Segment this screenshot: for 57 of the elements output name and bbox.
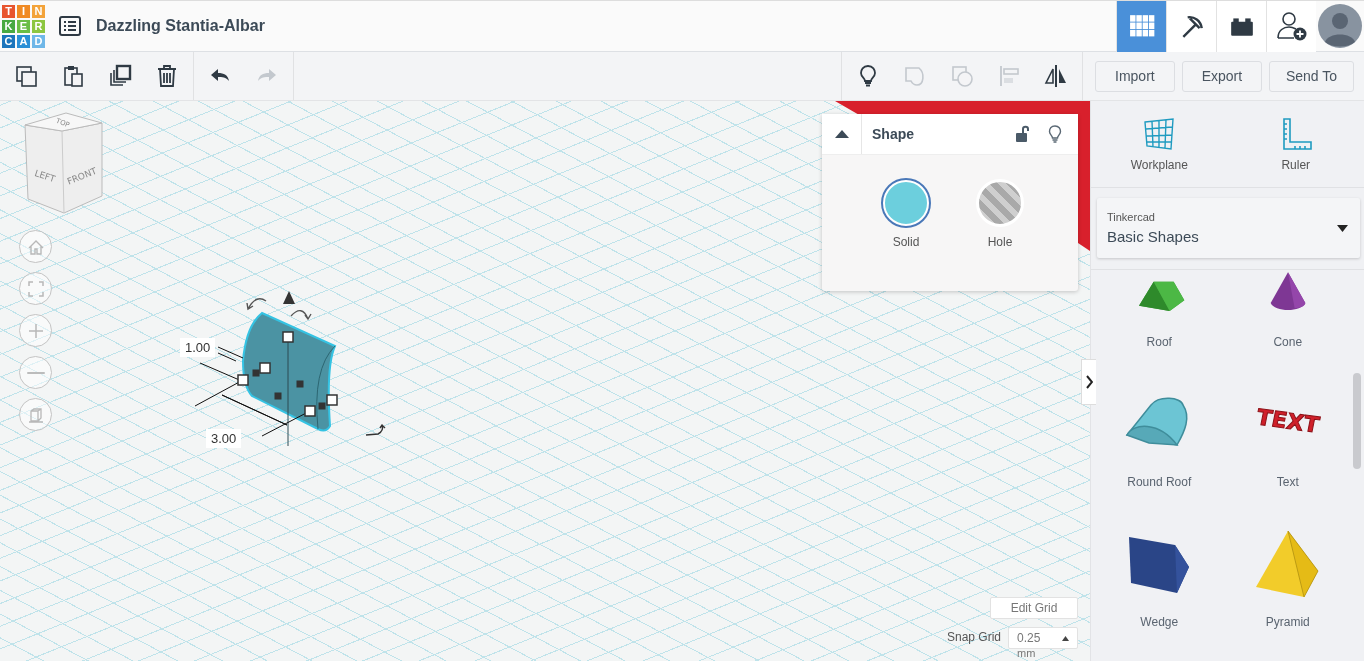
- cube-face-label: LEFT: [33, 168, 57, 185]
- dimension-label[interactable]: 1.00: [180, 338, 216, 357]
- caret-icon: [1337, 224, 1348, 232]
- mirror-icon: [1043, 64, 1068, 88]
- shape-item[interactable]: Cone: [1223, 270, 1352, 357]
- duplicate-icon: [108, 64, 132, 88]
- text-shape-icon: TEXT: [1247, 387, 1328, 459]
- sidebar-toggle-button[interactable]: [1081, 359, 1096, 405]
- snap-grid-select[interactable]: 0.25: [1008, 627, 1078, 649]
- shape-item[interactable]: Roof: [1095, 270, 1224, 357]
- shape-item[interactable]: Wedge: [1095, 497, 1224, 637]
- avatar-icon[interactable]: [1318, 4, 1362, 48]
- logo-letter: T: [1, 3, 16, 19]
- zoom-out-icon: [25, 370, 46, 375]
- grid-icon: [1128, 13, 1155, 39]
- rotate-arrow-icon[interactable]: [365, 424, 386, 436]
- menu-icon[interactable]: [59, 16, 81, 36]
- lightbulb-icon[interactable]: [1046, 125, 1064, 143]
- logo-letter: N: [31, 3, 46, 19]
- fit-icon: [25, 278, 46, 299]
- resize-handles[interactable]: [237, 331, 338, 417]
- edit-grid-button[interactable]: Edit Grid: [990, 597, 1078, 619]
- pickaxe-view-button[interactable]: [1166, 0, 1216, 52]
- rotate-arrow-icon[interactable]: [290, 310, 312, 320]
- caret-icon: [834, 130, 849, 138]
- design-title[interactable]: Dazzling Stantia-Albar: [96, 17, 265, 35]
- hole-option[interactable]: Hole: [976, 179, 1024, 249]
- chevron-icon: [1085, 375, 1093, 389]
- lift-arrow-icon[interactable]: [283, 291, 295, 304]
- logo-letter: I: [16, 3, 31, 19]
- ruler-tool[interactable]: Ruler: [1227, 101, 1364, 187]
- group-icon: [902, 64, 927, 88]
- library-dropdown[interactable]: Tinkercad Basic Shapes: [1097, 198, 1360, 258]
- shape-item[interactable]: TEXT Text: [1223, 357, 1352, 497]
- ungroup-icon: [949, 64, 974, 88]
- paste-icon: [61, 64, 85, 88]
- caret-icon: [1062, 635, 1069, 641]
- shape-item[interactable]: Round Roof: [1095, 357, 1224, 497]
- invite-user-button[interactable]: [1266, 0, 1316, 52]
- scrollbar[interactable]: [1353, 373, 1361, 469]
- toolbar-button[interactable]: Send To: [1268, 60, 1354, 92]
- shape-item[interactable]: Pyramid: [1223, 497, 1352, 637]
- user-add-icon: [1275, 10, 1308, 42]
- snap-grid-label: Snap Grid: [947, 630, 1002, 644]
- delete-icon: [155, 64, 179, 88]
- rotate-arrow-icon[interactable]: [246, 298, 267, 310]
- bricks-view-button[interactable]: [1216, 0, 1266, 52]
- solid-option[interactable]: Solid: [882, 179, 930, 249]
- workplane-tool[interactable]: Workplane: [1091, 101, 1228, 187]
- unit-label: mm: [1017, 647, 1036, 659]
- unlock-icon[interactable]: [1014, 125, 1032, 143]
- dimension-label[interactable]: 3.00: [206, 429, 242, 448]
- toolbar-button[interactable]: Import: [1094, 60, 1175, 92]
- toolbar-button[interactable]: Export: [1181, 60, 1262, 92]
- logo[interactable]: T I N K E R C A D: [1, 3, 46, 49]
- panel-title: Shape: [872, 126, 915, 142]
- copy-icon: [14, 64, 38, 88]
